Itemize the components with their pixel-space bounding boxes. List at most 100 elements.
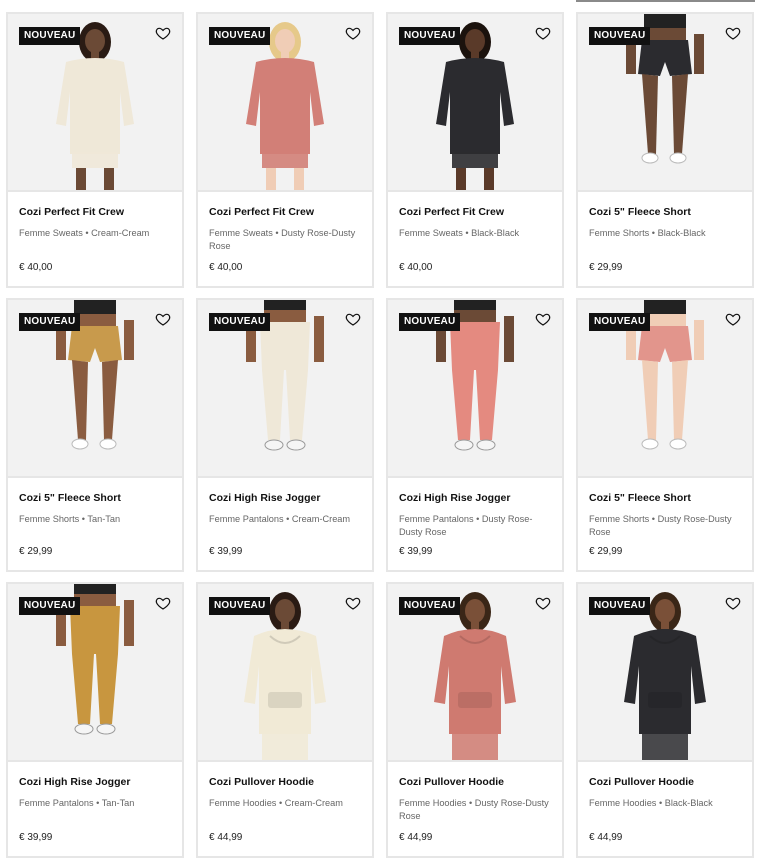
product-price: € 44,99 [209, 832, 243, 843]
product-info: Cozi Pullover Hoodie Femme Hoodies • Dus… [399, 776, 552, 823]
product-title[interactable]: Cozi High Rise Jogger [209, 492, 362, 505]
product-card-2[interactable]: NOUVEAU Cozi Perfect Fit Crew Femme Swea… [196, 12, 374, 288]
new-badge: NOUVEAU [399, 313, 461, 331]
product-info: Cozi High Rise Jogger Femme Pantalons • … [399, 492, 552, 539]
product-subtitle: Femme Sweats • Dusty Rose-Dusty Rose [209, 228, 356, 251]
product-card-12[interactable]: NOUVEAU Cozi Pullover Hoodie Femme Hoodi… [576, 582, 754, 858]
product-subtitle: Femme Pantalons • Dusty Rose-Dusty Rose [399, 514, 533, 537]
card-divider [388, 760, 562, 762]
product-price: € 39,99 [399, 546, 433, 557]
heart-icon[interactable] [345, 595, 361, 611]
product-price: € 29,99 [589, 546, 623, 557]
product-card-11[interactable]: NOUVEAU Cozi Pullover Hoodie Femme Hoodi… [386, 582, 564, 858]
product-image[interactable]: NOUVEAU [198, 584, 372, 760]
product-title[interactable]: Cozi Pullover Hoodie [209, 776, 362, 789]
product-info: Cozi High Rise Jogger Femme Pantalons • … [19, 776, 172, 810]
new-badge: NOUVEAU [19, 27, 81, 45]
product-title[interactable]: Cozi Perfect Fit Crew [399, 206, 552, 219]
product-image[interactable]: NOUVEAU [388, 584, 562, 760]
heart-icon[interactable] [155, 25, 171, 41]
product-info: Cozi Pullover Hoodie Femme Hoodies • Bla… [589, 776, 742, 810]
heart-icon[interactable] [535, 25, 551, 41]
product-image[interactable]: NOUVEAU [388, 14, 562, 190]
product-image[interactable]: NOUVEAU [578, 584, 752, 760]
product-info: Cozi Perfect Fit Crew Femme Sweats • Bla… [399, 206, 552, 240]
product-info: Cozi High Rise Jogger Femme Pantalons • … [209, 492, 362, 526]
card-divider [8, 760, 182, 762]
product-card-9[interactable]: NOUVEAU Cozi High Rise Jogger Femme Pant… [6, 582, 184, 858]
product-info: Cozi Perfect Fit Crew Femme Sweats • Cre… [19, 206, 172, 240]
product-subtitle: Femme Hoodies • Dusty Rose-Dusty Rose [399, 798, 549, 821]
product-price: € 39,99 [209, 546, 243, 557]
product-image[interactable]: NOUVEAU [8, 300, 182, 476]
new-badge: NOUVEAU [589, 313, 651, 331]
product-price: € 44,99 [589, 832, 623, 843]
new-badge: NOUVEAU [209, 597, 271, 615]
product-subtitle: Femme Shorts • Dusty Rose-Dusty Rose [589, 514, 732, 537]
card-divider [578, 190, 752, 192]
new-badge: NOUVEAU [399, 27, 461, 45]
product-image[interactable]: NOUVEAU [198, 14, 372, 190]
product-title[interactable]: Cozi 5" Fleece Short [19, 492, 172, 505]
product-title[interactable]: Cozi 5" Fleece Short [589, 492, 742, 505]
product-price: € 29,99 [19, 546, 53, 557]
heart-icon[interactable] [725, 595, 741, 611]
product-card-5[interactable]: NOUVEAU Cozi 5" Fleece Short Femme Short… [6, 298, 184, 572]
product-image[interactable]: NOUVEAU [8, 584, 182, 760]
product-title[interactable]: Cozi High Rise Jogger [19, 776, 172, 789]
product-card-1[interactable]: NOUVEAU Cozi Perfect Fit Crew Femme Swea… [6, 12, 184, 288]
card-divider [8, 190, 182, 192]
product-subtitle: Femme Sweats • Cream-Cream [19, 228, 150, 238]
heart-icon[interactable] [725, 25, 741, 41]
new-badge: NOUVEAU [589, 27, 651, 45]
heart-icon[interactable] [535, 311, 551, 327]
product-card-4[interactable]: NOUVEAU Cozi 5" Fleece Short Femme Short… [576, 12, 754, 288]
product-card-10[interactable]: NOUVEAU Cozi Pullover Hoodie Femme Hoodi… [196, 582, 374, 858]
product-price: € 39,99 [19, 832, 53, 843]
product-subtitle: Femme Shorts • Tan-Tan [19, 514, 121, 524]
card-divider [578, 760, 752, 762]
product-subtitle: Femme Sweats • Black-Black [399, 228, 520, 238]
heart-icon[interactable] [345, 25, 361, 41]
heart-icon[interactable] [345, 311, 361, 327]
card-divider [388, 476, 562, 478]
heart-icon[interactable] [725, 311, 741, 327]
product-info: Cozi Pullover Hoodie Femme Hoodies • Cre… [209, 776, 362, 810]
card-divider [198, 476, 372, 478]
product-card-3[interactable]: NOUVEAU Cozi Perfect Fit Crew Femme Swea… [386, 12, 564, 288]
product-info: Cozi 5" Fleece Short Femme Shorts • Dust… [589, 492, 742, 539]
product-image[interactable]: NOUVEAU [8, 14, 182, 190]
product-subtitle: Femme Hoodies • Black-Black [589, 798, 713, 808]
product-image[interactable]: NOUVEAU [388, 300, 562, 476]
card-divider [8, 476, 182, 478]
card-divider [388, 190, 562, 192]
new-badge: NOUVEAU [399, 597, 461, 615]
product-info: Cozi Perfect Fit Crew Femme Sweats • Dus… [209, 206, 362, 253]
product-card-6[interactable]: NOUVEAU Cozi High Rise Jogger Femme Pant… [196, 298, 374, 572]
heart-icon[interactable] [155, 311, 171, 327]
new-badge: NOUVEAU [19, 313, 81, 331]
new-badge: NOUVEAU [209, 27, 271, 45]
product-card-8[interactable]: NOUVEAU Cozi 5" Fleece Short Femme Short… [576, 298, 754, 572]
new-badge: NOUVEAU [19, 597, 81, 615]
product-title[interactable]: Cozi Pullover Hoodie [589, 776, 742, 789]
product-price: € 29,99 [589, 262, 623, 273]
product-title[interactable]: Cozi Pullover Hoodie [399, 776, 552, 789]
new-badge: NOUVEAU [209, 313, 271, 331]
product-image[interactable]: NOUVEAU [578, 300, 752, 476]
product-subtitle: Femme Hoodies • Cream-Cream [209, 798, 343, 808]
product-image[interactable]: NOUVEAU [198, 300, 372, 476]
product-price: € 44,99 [399, 832, 433, 843]
product-title[interactable]: Cozi 5" Fleece Short [589, 206, 742, 219]
product-title[interactable]: Cozi High Rise Jogger [399, 492, 552, 505]
product-card-7[interactable]: NOUVEAU Cozi High Rise Jogger Femme Pant… [386, 298, 564, 572]
product-image[interactable]: NOUVEAU [578, 14, 752, 190]
product-title[interactable]: Cozi Perfect Fit Crew [209, 206, 362, 219]
top-divider [576, 0, 755, 2]
product-price: € 40,00 [209, 262, 243, 273]
product-price: € 40,00 [399, 262, 433, 273]
heart-icon[interactable] [155, 595, 171, 611]
card-divider [578, 476, 752, 478]
heart-icon[interactable] [535, 595, 551, 611]
product-title[interactable]: Cozi Perfect Fit Crew [19, 206, 172, 219]
